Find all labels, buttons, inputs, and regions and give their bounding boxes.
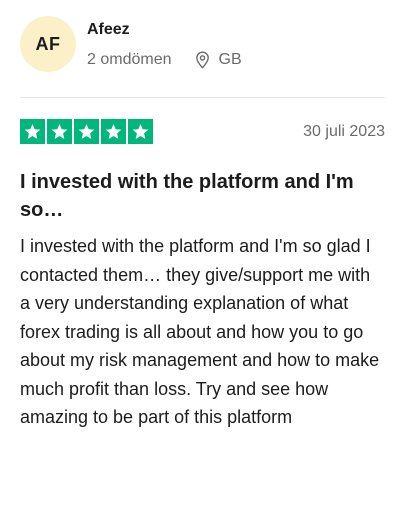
reviewer-name[interactable]: Afeez [87, 20, 242, 40]
reviewer-info: 2 omdömen GB [87, 50, 242, 70]
avatar-initials: AF [35, 33, 61, 54]
star-icon [128, 119, 153, 144]
reviewer-location: GB [194, 50, 242, 70]
star-icon [101, 119, 126, 144]
review-title[interactable]: I invested with the platform and I'm so… [20, 168, 385, 224]
divider [20, 97, 385, 98]
review-card: AF Afeez 2 omdömen GB 30 juli 2023 I inv… [0, 0, 403, 513]
star-rating [20, 119, 153, 144]
avatar[interactable]: AF [20, 16, 76, 72]
rating-row: 30 juli 2023 [20, 119, 385, 144]
star-icon [74, 119, 99, 144]
location-pin-icon [195, 51, 209, 69]
review-count: 2 omdömen [87, 51, 172, 68]
country-code: GB [218, 51, 242, 68]
reviewer-meta: Afeez 2 omdömen GB [87, 20, 242, 70]
reviewer-header: AF Afeez 2 omdömen GB [20, 16, 242, 72]
review-body: I invested with the platform and I'm so … [20, 236, 380, 427]
star-icon [47, 119, 72, 144]
review-date: 30 juli 2023 [303, 122, 385, 140]
star-icon [20, 119, 45, 144]
